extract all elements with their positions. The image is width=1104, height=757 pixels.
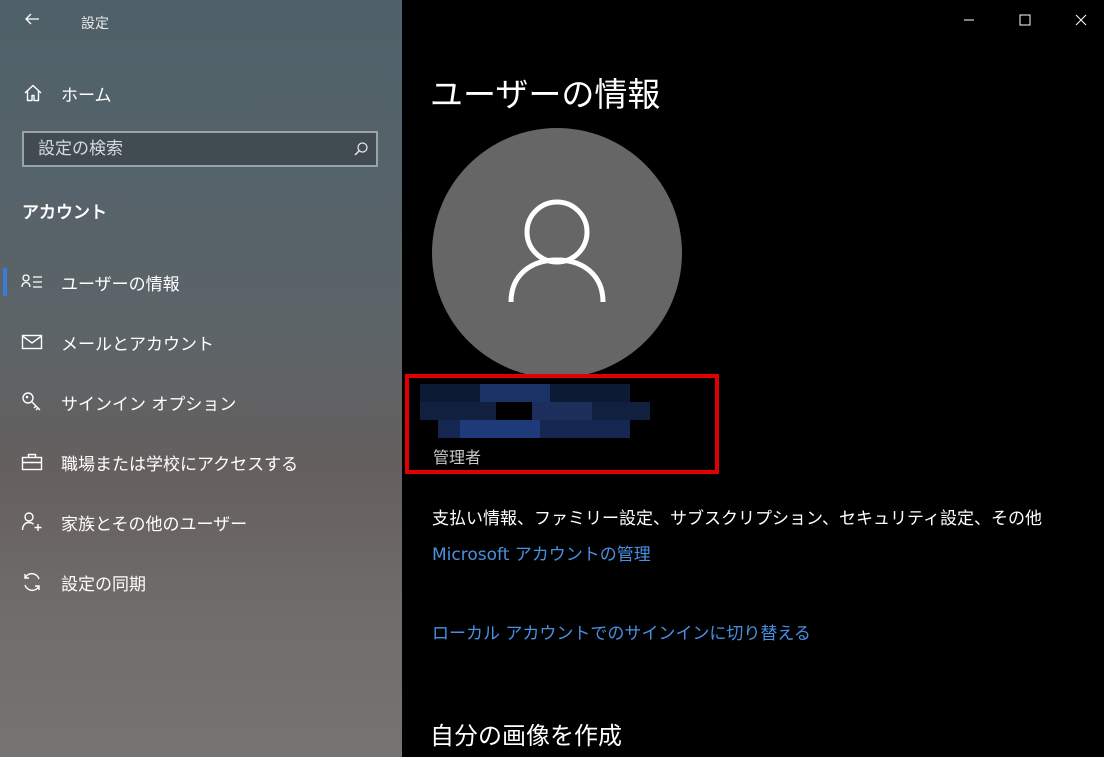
sync-icon [20, 570, 44, 594]
maximize-icon [1019, 11, 1031, 30]
person-icon [507, 196, 607, 310]
home-label: ホーム [61, 85, 112, 106]
window-controls [936, 0, 1104, 40]
account-nav: ユーザーの情報 メールとアカウント サインイン オプション 職場または学校にアク… [0, 252, 402, 612]
main-pane: ユーザーの情報 管理者 支払い情報、ファミリー設定、サブスクリプション、セキュリ… [402, 0, 1104, 757]
sidebar: 設定 ホーム アカウント ユーザーの情報 メールとアカウント [0, 0, 402, 757]
section-title: アカウント [22, 203, 107, 223]
search-icon[interactable] [346, 134, 376, 164]
sidebar-item-sign-in-options[interactable]: サインイン オプション [0, 372, 402, 432]
sidebar-item-label: サインイン オプション [61, 394, 237, 415]
app-title: 設定 [81, 16, 109, 32]
create-picture-heading: 自分の画像を作成 [430, 722, 622, 750]
settings-search-box[interactable] [22, 131, 378, 167]
sidebar-titlebar: 設定 [0, 0, 402, 44]
back-arrow-icon [24, 11, 40, 31]
user-avatar [432, 128, 682, 378]
sidebar-item-sync-settings[interactable]: 設定の同期 [0, 552, 402, 612]
home-nav-item[interactable]: ホーム [0, 72, 402, 114]
mail-icon [20, 330, 44, 354]
active-indicator [3, 268, 7, 296]
settings-search-input[interactable] [24, 138, 346, 160]
manage-microsoft-account-link[interactable]: Microsoft アカウントの管理 [432, 540, 651, 565]
maximize-button[interactable] [1002, 0, 1048, 40]
switch-to-local-account-link[interactable]: ローカル アカウントでのサインインに切り替える [432, 619, 811, 644]
person-add-icon [20, 510, 44, 534]
sidebar-item-label: ユーザーの情報 [61, 274, 180, 295]
minimize-button[interactable] [946, 0, 992, 40]
key-icon [20, 390, 44, 414]
minimize-icon [963, 11, 975, 30]
sidebar-item-work-school[interactable]: 職場または学校にアクセスする [0, 432, 402, 492]
account-info-description: 支払い情報、ファミリー設定、サブスクリプション、セキュリティ設定、その他 [432, 509, 1042, 529]
back-button[interactable] [14, 6, 50, 36]
person-list-icon [20, 270, 44, 294]
account-role: 管理者 [433, 448, 482, 467]
close-icon [1075, 11, 1087, 30]
sidebar-item-label: 職場または学校にアクセスする [61, 454, 299, 475]
sidebar-item-label: メールとアカウント [61, 334, 214, 355]
sidebar-item-label: 設定の同期 [61, 574, 146, 595]
sidebar-item-mail-accounts[interactable]: メールとアカウント [0, 312, 402, 372]
close-button[interactable] [1058, 0, 1104, 40]
briefcase-icon [20, 450, 44, 474]
sidebar-item-family-users[interactable]: 家族とその他のユーザー [0, 492, 402, 552]
page-title: ユーザーの情報 [430, 75, 661, 114]
sidebar-item-label: 家族とその他のユーザー [61, 514, 248, 535]
sidebar-item-user-info[interactable]: ユーザーの情報 [0, 252, 402, 312]
home-icon [21, 81, 45, 105]
